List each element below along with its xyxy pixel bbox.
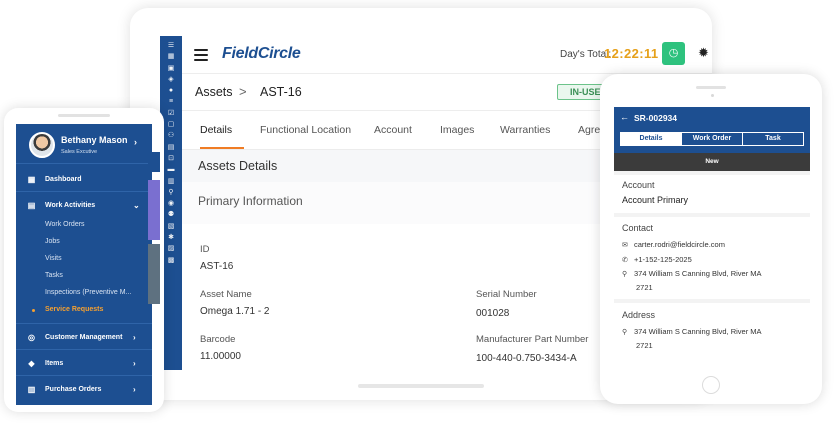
location-pin-icon: ⚲ [622, 271, 628, 278]
chevron-right-icon: › [133, 359, 136, 368]
field-value-serial-number: 001028 [476, 308, 510, 319]
left-phone-screen: Bethany Mason Sales Excutive › ▦ Dashboa… [16, 124, 152, 405]
account-card: Account Account Primary [614, 175, 810, 213]
target-icon: ◎ [28, 333, 35, 342]
nav-work-orders[interactable]: Work Orders [45, 221, 85, 228]
tab-warranties[interactable]: Warranties [500, 124, 550, 136]
contact-card: Contact ✉ carter.rodri@fieldcircle.com ✆ +… [614, 217, 810, 299]
account-label: Account [622, 180, 655, 190]
mail-icon: ✉ [622, 242, 628, 249]
tablet-home-bar [358, 384, 484, 388]
location-pin-icon: ⚲ [622, 329, 628, 336]
tab-images[interactable]: Images [440, 124, 474, 136]
showcase-stage: ☰ ▦ ▣ ◈ ● ≡ ☑ ▢ ⚇ ▤ ⊡ ▬ ▥ ⚲ ◉ ⚉ ▧ ✱ ▨ ▩ [0, 0, 835, 428]
breadcrumb-current: AST-16 [260, 85, 302, 99]
contact-phone[interactable]: ✆ +1-152-125-2025 [622, 255, 692, 264]
left-phone-device: Bethany Mason Sales Excutive › ▦ Dashboa… [4, 108, 164, 412]
record-title: SR-002934 [634, 113, 678, 123]
clock-icon: ◷ [668, 47, 679, 59]
field-label-barcode: Barcode [200, 334, 236, 345]
tab-details[interactable]: Details [200, 124, 232, 136]
nav-tasks[interactable]: Tasks [45, 272, 63, 279]
nav-jobs[interactable]: Jobs [45, 238, 60, 245]
gear-icon[interactable]: ✹ [698, 45, 709, 61]
phone-icon: ✆ [622, 257, 628, 264]
dashboard-icon[interactable]: ▦ [160, 51, 182, 62]
contact-address[interactable]: ⚲ 374 William S Canning Blvd, River MA [622, 269, 762, 278]
address-line2: 2721 [636, 341, 653, 350]
chevron-right-icon[interactable]: › [134, 137, 137, 147]
user-name: Bethany Mason [61, 135, 128, 145]
address-card: Address ⚲ 374 William S Canning Blvd, Riv… [614, 303, 810, 369]
segment-task[interactable]: Task [743, 133, 803, 145]
address-label: Address [622, 310, 656, 320]
app-logo: FieldCircle [222, 45, 301, 62]
profile-header[interactable]: Bethany Mason Sales Excutive › [16, 124, 152, 164]
nav-dashboard[interactable]: ▦ Dashboard [16, 168, 152, 192]
segment-work-order[interactable]: Work Order [682, 133, 743, 145]
backdrop-strip [148, 180, 160, 240]
clipboard-icon: ▤ [27, 201, 36, 210]
field-value-mfr-part-number: 100-440-0.750-3434-A [476, 353, 577, 364]
backdrop-strip [148, 152, 160, 172]
clock-button[interactable]: ◷ [662, 42, 685, 65]
top-bar: FieldCircle Day's Total: 12:22:11 ◷ ✹ [182, 36, 712, 74]
record-header: ← SR-002934 Details Work Order Task [614, 107, 810, 153]
hamburger-icon[interactable] [194, 49, 208, 61]
menu-icon[interactable]: ☰ [160, 40, 182, 51]
contact-address-line2: 2721 [636, 283, 653, 292]
backdrop-strip [148, 244, 160, 304]
nav-purchase-orders[interactable]: ▥ Purchase Orders › [16, 378, 152, 402]
right-phone-screen: ← SR-002934 Details Work Order Task New … [614, 107, 810, 369]
dashboard-icon: ▦ [27, 175, 36, 184]
map-icon[interactable]: ◈ [160, 74, 182, 85]
active-dot [32, 309, 35, 312]
tab-account[interactable]: Account [374, 124, 412, 136]
nav-service-requests[interactable]: Service Requests [45, 306, 103, 313]
calendar-icon[interactable]: ▣ [160, 63, 182, 74]
account-value[interactable]: Account Primary [622, 195, 688, 205]
nav-work-activities[interactable]: ▤ Work Activities ⌄ [16, 194, 152, 218]
document-icon: ▥ [27, 385, 36, 394]
avatar [29, 132, 55, 158]
nav-items[interactable]: ◆ Items › [16, 352, 152, 376]
chevron-down-icon: ⌄ [133, 201, 140, 210]
segment-details[interactable]: Details [621, 133, 682, 145]
field-value-barcode: 11.00000 [200, 351, 241, 362]
back-arrow-icon[interactable]: ← [620, 112, 629, 122]
contact-email[interactable]: ✉ carter.rodri@fieldcircle.com [622, 240, 725, 249]
breadcrumb-separator: > [239, 84, 247, 99]
address-line1[interactable]: ⚲ 374 William S Canning Blvd, River MA [622, 327, 762, 336]
tab-functional-location[interactable]: Functional Location [260, 124, 351, 136]
field-label-id: ID [200, 244, 210, 255]
section-title: Assets Details [198, 159, 278, 173]
active-tab-indicator [200, 147, 244, 149]
field-label-mfr-part-number: Manufacturer Part Number [476, 334, 589, 345]
status-bar: New [614, 153, 810, 171]
days-total-value: 12:22:11 [604, 46, 659, 61]
nav-customer-management[interactable]: ◎ Customer Management › [16, 326, 152, 350]
nav-visits[interactable]: Visits [45, 255, 62, 262]
contact-label: Contact [622, 223, 654, 233]
chevron-right-icon: › [133, 385, 136, 394]
right-phone-device: ← SR-002934 Details Work Order Task New … [600, 74, 822, 404]
user-icon[interactable]: ● [160, 85, 182, 96]
nav-inspections[interactable]: Inspections (Preventive M... [45, 289, 131, 296]
user-role: Sales Excutive [61, 149, 98, 155]
home-button[interactable] [702, 376, 720, 394]
chevron-right-icon: › [133, 333, 136, 342]
segment-control: Details Work Order Task [620, 132, 804, 146]
field-value-id: AST-16 [200, 261, 234, 272]
field-label-asset-name: Asset Name [200, 289, 252, 300]
subsection-title: Primary Information [198, 194, 303, 208]
list-icon[interactable]: ≡ [160, 96, 182, 107]
breadcrumb-assets[interactable]: Assets [195, 85, 233, 99]
field-value-asset-name: Omega 1.71 - 2 [200, 306, 270, 317]
field-label-serial-number: Serial Number [476, 289, 537, 300]
cube-icon: ◆ [28, 359, 35, 368]
